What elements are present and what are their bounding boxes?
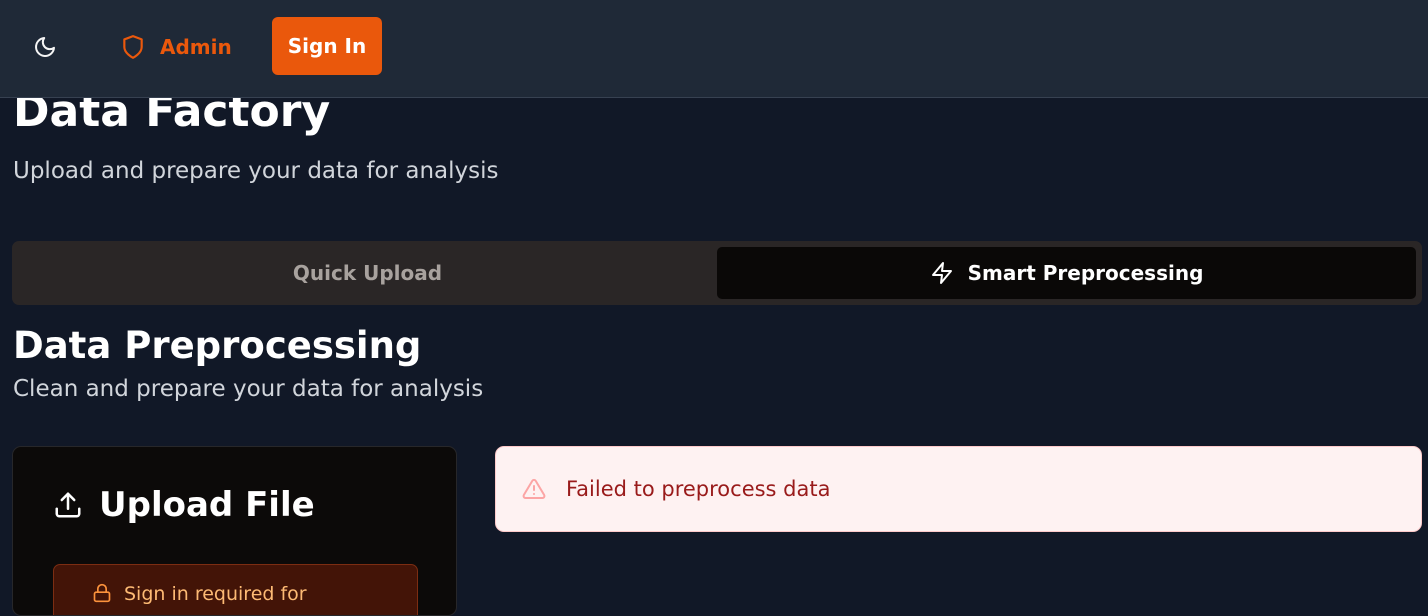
- tab-label: Smart Preprocessing: [967, 261, 1204, 285]
- upload-icon: [55, 492, 81, 518]
- upload-card-header: Upload File: [53, 485, 315, 525]
- tab-smart-preprocessing[interactable]: Smart Preprocessing: [717, 247, 1416, 299]
- sign-in-required-notice: Sign in required for: [53, 564, 418, 615]
- error-alert: Failed to preprocess data: [495, 446, 1422, 532]
- section-title: Data Preprocessing: [13, 324, 422, 367]
- tab-quick-upload[interactable]: Quick Upload: [18, 247, 717, 299]
- sign-in-button[interactable]: Sign In: [272, 17, 382, 75]
- tab-label: Quick Upload: [292, 261, 443, 285]
- zap-icon: [931, 262, 952, 284]
- section-subtitle: Clean and prepare your data for analysis: [13, 376, 484, 402]
- error-message: Failed to preprocess data: [566, 477, 831, 501]
- upload-card-title: Upload File: [99, 485, 315, 525]
- moon-icon: [35, 37, 55, 57]
- alert-triangle-icon: [522, 478, 546, 499]
- top-navbar: Admin Sign In: [0, 0, 1428, 98]
- notice-text: Sign in required for: [124, 583, 307, 605]
- mode-tabs: Quick Upload Smart Preprocessing: [12, 241, 1422, 305]
- shield-icon: [123, 35, 143, 59]
- page-subtitle: Upload and prepare your data for analysi…: [13, 158, 499, 184]
- theme-toggle-button[interactable]: [26, 28, 64, 66]
- lock-icon: [93, 583, 111, 603]
- admin-link[interactable]: Admin: [120, 28, 232, 66]
- admin-label: Admin: [160, 35, 232, 59]
- upload-file-card: Upload File Sign in required for: [12, 446, 457, 616]
